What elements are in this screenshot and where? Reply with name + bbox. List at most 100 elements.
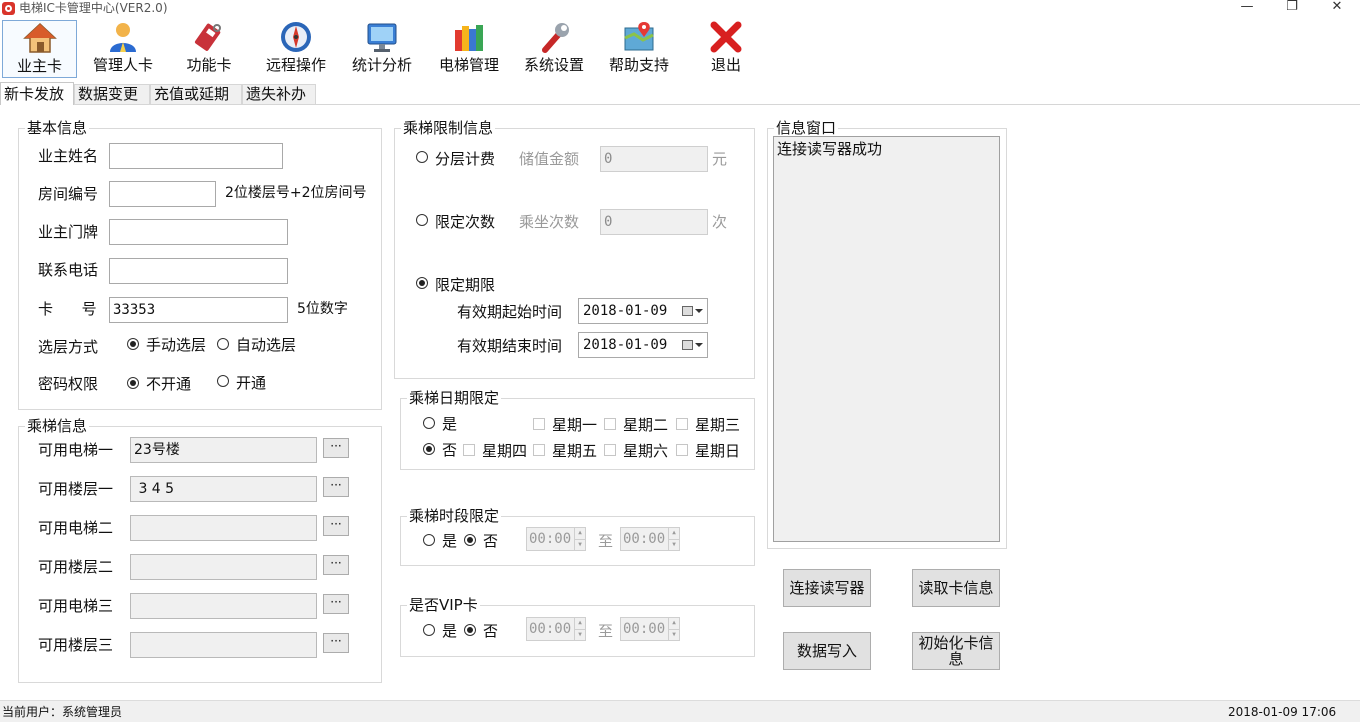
door-plate-input[interactable] bbox=[109, 219, 288, 245]
vip-no-label[interactable]: 否 bbox=[483, 621, 498, 641]
vip-no-radio[interactable] bbox=[464, 624, 476, 636]
elevator-3-label: 可用电梯三 bbox=[38, 597, 114, 615]
toolbar-statistics-button[interactable]: 统计分析 bbox=[346, 20, 418, 78]
spin-up-icon[interactable]: ▲ bbox=[668, 528, 679, 539]
maximize-button[interactable]: ❐ bbox=[1277, 0, 1307, 16]
wednesday-checkbox[interactable] bbox=[676, 418, 688, 430]
saturday-checkbox[interactable] bbox=[604, 444, 616, 456]
close-button[interactable]: ✕ bbox=[1322, 0, 1352, 16]
ride-count-input[interactable]: 0 bbox=[600, 209, 708, 235]
per-floor-label[interactable]: 分层计费 bbox=[435, 149, 495, 169]
init-card-button[interactable]: 初始化卡信息 bbox=[912, 632, 1000, 670]
floor-3-browse-button[interactable]: ··· bbox=[323, 633, 349, 653]
minimize-button[interactable]: — bbox=[1232, 0, 1262, 16]
balance-input[interactable]: 0 bbox=[600, 146, 708, 172]
read-card-button[interactable]: 读取卡信息 bbox=[912, 569, 1000, 607]
tab-recharge[interactable]: 充值或延期 bbox=[150, 84, 242, 105]
tuesday-checkbox[interactable] bbox=[604, 418, 616, 430]
info-log-box[interactable]: 连接读写器成功 bbox=[773, 136, 1000, 542]
toolbar-admin-card-button[interactable]: 管理人卡 bbox=[87, 20, 159, 78]
time-limit-no-radio[interactable] bbox=[464, 534, 476, 546]
toolbar-function-card-button[interactable]: 功能卡 bbox=[178, 20, 240, 78]
tab-new-card[interactable]: 新卡发放 bbox=[0, 82, 74, 105]
auto-floor-radio[interactable] bbox=[217, 338, 229, 350]
toolbar-owner-card-button[interactable]: 业主卡 bbox=[2, 20, 77, 78]
wednesday-label[interactable]: 星期三 bbox=[695, 415, 740, 435]
monday-checkbox[interactable] bbox=[533, 418, 545, 430]
limit-period-label[interactable]: 限定期限 bbox=[435, 275, 495, 295]
password-on-label[interactable]: 开通 bbox=[236, 373, 266, 393]
yuan-unit: 元 bbox=[712, 150, 728, 168]
vip-yes-radio[interactable] bbox=[423, 624, 435, 636]
thursday-checkbox[interactable] bbox=[463, 444, 475, 456]
limit-count-radio[interactable] bbox=[416, 214, 428, 226]
toolbar-system-settings-button[interactable]: 系统设置 bbox=[518, 20, 590, 78]
elevator-2-browse-button[interactable]: ··· bbox=[323, 516, 349, 536]
time-limit-to-spinner[interactable]: 00:00 ▲ ▼ bbox=[620, 527, 680, 551]
group-title: 信息窗口 bbox=[774, 118, 839, 138]
limit-count-label[interactable]: 限定次数 bbox=[435, 212, 495, 232]
toolbar-elevator-management-button[interactable]: 电梯管理 bbox=[433, 20, 505, 78]
friday-checkbox[interactable] bbox=[533, 444, 545, 456]
spin-down-icon[interactable]: ▼ bbox=[668, 629, 679, 640]
phone-input[interactable] bbox=[109, 258, 288, 284]
auto-floor-label[interactable]: 自动选层 bbox=[236, 335, 296, 355]
monday-label[interactable]: 星期一 bbox=[552, 415, 597, 435]
sunday-label[interactable]: 星期日 bbox=[695, 441, 740, 461]
tab-lost-replace[interactable]: 遗失补办 bbox=[242, 84, 316, 105]
floor-2-field bbox=[130, 554, 317, 580]
password-on-radio[interactable] bbox=[217, 375, 229, 387]
time-limit-to-value: 00:00 bbox=[623, 531, 666, 547]
start-date-picker[interactable]: 2018-01-09 bbox=[578, 298, 708, 324]
elevator-3-field bbox=[130, 593, 317, 619]
card-number-input[interactable]: 33353 bbox=[109, 297, 288, 323]
date-limit-yes-radio[interactable] bbox=[423, 417, 435, 429]
toolbar-help-button[interactable]: 帮助支持 bbox=[603, 20, 675, 78]
password-off-radio[interactable] bbox=[127, 377, 139, 389]
time-limit-yes-label[interactable]: 是 bbox=[442, 531, 457, 551]
time-limit-from-spinner[interactable]: 00:00 ▲ ▼ bbox=[526, 527, 586, 551]
end-date-picker[interactable]: 2018-01-09 bbox=[578, 332, 708, 358]
tuesday-label[interactable]: 星期二 bbox=[623, 415, 668, 435]
floor-3-field bbox=[130, 632, 317, 658]
per-floor-radio[interactable] bbox=[416, 151, 428, 163]
floor-1-field: 3 4 5 bbox=[130, 476, 317, 502]
date-limit-yes-label[interactable]: 是 bbox=[442, 414, 457, 434]
tab-data-change[interactable]: 数据变更 bbox=[74, 84, 150, 105]
spin-down-icon[interactable]: ▼ bbox=[574, 539, 585, 550]
friday-label[interactable]: 星期五 bbox=[552, 441, 597, 461]
write-data-button[interactable]: 数据写入 bbox=[783, 632, 871, 670]
spin-down-icon[interactable]: ▼ bbox=[574, 629, 585, 640]
time-limit-no-label[interactable]: 否 bbox=[483, 531, 498, 551]
spin-up-icon[interactable]: ▲ bbox=[574, 528, 585, 539]
thursday-label[interactable]: 星期四 bbox=[482, 441, 527, 461]
vip-to-spinner[interactable]: 00:00 ▲ ▼ bbox=[620, 617, 680, 641]
vip-yes-label[interactable]: 是 bbox=[442, 621, 457, 641]
manual-floor-label[interactable]: 手动选层 bbox=[146, 335, 206, 355]
elevator-3-browse-button[interactable]: ··· bbox=[323, 594, 349, 614]
sunday-checkbox[interactable] bbox=[676, 444, 688, 456]
connect-reader-button[interactable]: 连接读写器 bbox=[783, 569, 871, 607]
compass-icon bbox=[279, 20, 313, 54]
elevator-1-browse-button[interactable]: ··· bbox=[323, 438, 349, 458]
saturday-label[interactable]: 星期六 bbox=[623, 441, 668, 461]
spin-up-icon[interactable]: ▲ bbox=[668, 618, 679, 629]
date-limit-no-radio[interactable] bbox=[423, 443, 435, 455]
floor-1-browse-button[interactable]: ··· bbox=[323, 477, 349, 497]
toolbar-remote-button[interactable]: 远程操作 bbox=[260, 20, 332, 78]
card-icon bbox=[192, 20, 226, 54]
manual-floor-radio[interactable] bbox=[127, 338, 139, 350]
spin-down-icon[interactable]: ▼ bbox=[668, 539, 679, 550]
toolbar-exit-button[interactable]: 退出 bbox=[696, 20, 756, 78]
owner-name-input[interactable] bbox=[109, 143, 283, 169]
limit-period-radio[interactable] bbox=[416, 277, 428, 289]
balance-label: 储值金额 bbox=[519, 150, 580, 168]
tab-divider bbox=[0, 104, 1360, 105]
date-limit-no-label[interactable]: 否 bbox=[442, 440, 457, 460]
room-number-input[interactable] bbox=[109, 181, 216, 207]
password-off-label[interactable]: 不开通 bbox=[146, 374, 191, 394]
time-limit-yes-radio[interactable] bbox=[423, 534, 435, 546]
floor-2-browse-button[interactable]: ··· bbox=[323, 555, 349, 575]
spin-up-icon[interactable]: ▲ bbox=[574, 618, 585, 629]
vip-from-spinner[interactable]: 00:00 ▲ ▼ bbox=[526, 617, 586, 641]
